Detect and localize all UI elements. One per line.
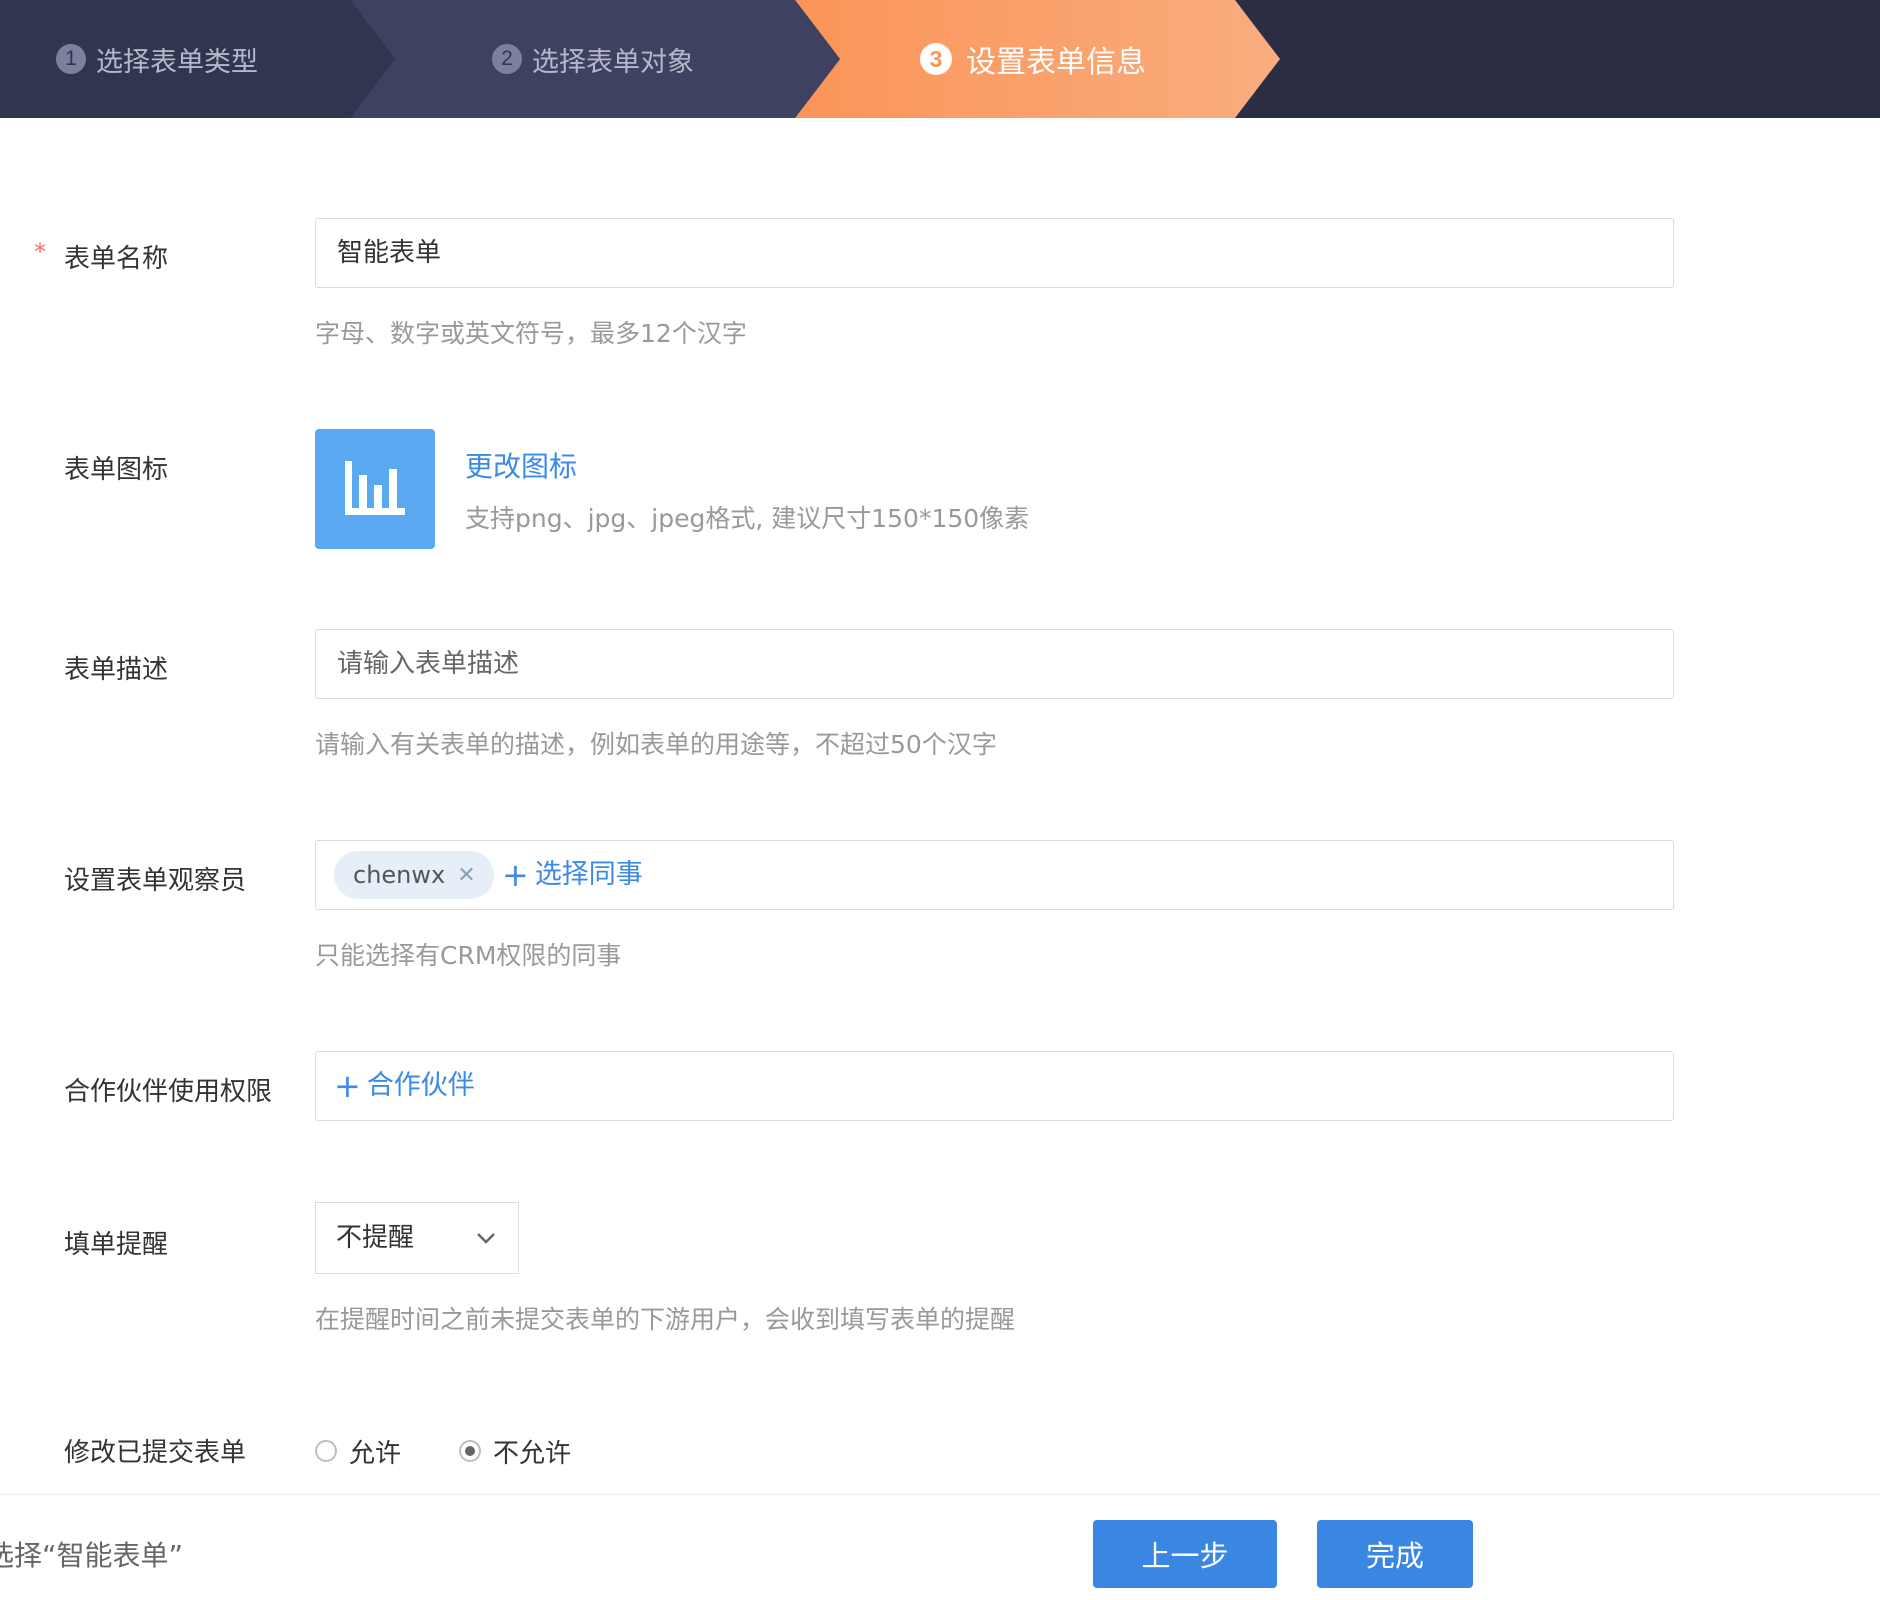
allow-radio[interactable] <box>315 1440 337 1462</box>
step-2-label: 选择表单对象 <box>532 46 694 78</box>
change-icon-link[interactable]: 更改图标 <box>465 445 577 485</box>
form-icon-preview <box>315 429 435 549</box>
footer-selection-text: 选择“智能表单” <box>0 1539 184 1572</box>
required-mark: * <box>34 238 46 266</box>
close-icon[interactable]: ✕ <box>457 863 475 888</box>
form-name-hint: 字母、数字或英文符号，最多12个汉字 <box>315 319 747 348</box>
observers-field[interactable]: chenwx ✕ + 选择同事 <box>315 840 1674 910</box>
reminder-selected-value: 不提醒 <box>336 1223 415 1253</box>
disallow-radio[interactable] <box>459 1440 482 1462</box>
plus-icon: + <box>334 1067 361 1105</box>
modify-disallow-option[interactable]: 不允许 <box>459 1433 571 1470</box>
step-2[interactable]: 2 选择表单对象 <box>350 0 840 118</box>
previous-step-button[interactable]: 上一步 <box>1093 1520 1277 1588</box>
form-description-placeholder: 请输入表单描述 <box>337 649 520 679</box>
disallow-label: 不允许 <box>493 1438 572 1469</box>
form-icon-label: 表单图标 <box>64 455 169 485</box>
observer-tag-name: chenwx <box>353 861 446 889</box>
footer-divider <box>0 1494 1880 1495</box>
step-1-label: 选择表单类型 <box>96 46 258 78</box>
modify-allow-option[interactable]: 允许 <box>315 1433 401 1470</box>
step-3-label: 设置表单信息 <box>966 45 1146 80</box>
bar-chart-icon <box>345 461 405 515</box>
reminder-select[interactable]: 不提醒 <box>315 1202 519 1274</box>
add-partner-label: 合作伙伴 <box>366 1070 475 1101</box>
form-name-input[interactable]: 智能表单 <box>315 218 1674 288</box>
select-colleague-button[interactable]: + 选择同事 <box>502 841 643 909</box>
step-bar: 1 选择表单类型 2 选择表单对象 3 设置表单信息 <box>0 0 1880 118</box>
modify-label: 修改已提交表单 <box>64 1438 247 1468</box>
add-partner-button[interactable]: + 合作伙伴 <box>334 1052 475 1120</box>
form-icon-hint: 支持png、jpg、jpeg格式, 建议尺寸150*150像素 <box>465 504 1030 533</box>
partner-field[interactable]: + 合作伙伴 <box>315 1051 1674 1121</box>
observers-label: 设置表单观察员 <box>64 866 247 896</box>
select-colleague-label: 选择同事 <box>534 859 643 890</box>
plus-icon: + <box>502 856 529 894</box>
step-1-number: 1 <box>56 44 86 74</box>
partner-label: 合作伙伴使用权限 <box>64 1077 273 1107</box>
form-description-input[interactable]: 请输入表单描述 <box>315 629 1674 699</box>
allow-label: 允许 <box>349 1438 402 1469</box>
step-3-active[interactable]: 3 设置表单信息 <box>795 0 1280 118</box>
done-button[interactable]: 完成 <box>1317 1520 1473 1588</box>
step-1[interactable]: 1 选择表单类型 <box>0 0 395 118</box>
modify-radio-group: 允许 不允许 <box>315 1432 629 1470</box>
form-name-label: 表单名称 <box>64 244 169 274</box>
form-description-hint: 请输入有关表单的描述，例如表单的用途等，不超过50个汉字 <box>315 730 997 759</box>
form-description-label: 表单描述 <box>64 655 169 685</box>
step-2-number: 2 <box>492 44 522 74</box>
step-3-number: 3 <box>920 43 952 75</box>
chevron-down-icon <box>477 1233 495 1244</box>
reminder-label: 填单提醒 <box>64 1230 169 1260</box>
observer-tag: chenwx ✕ <box>334 851 494 899</box>
observers-hint: 只能选择有CRM权限的同事 <box>315 941 622 970</box>
form-name-value: 智能表单 <box>337 238 442 268</box>
reminder-hint: 在提醒时间之前未提交表单的下游用户，会收到填写表单的提醒 <box>315 1305 1016 1334</box>
